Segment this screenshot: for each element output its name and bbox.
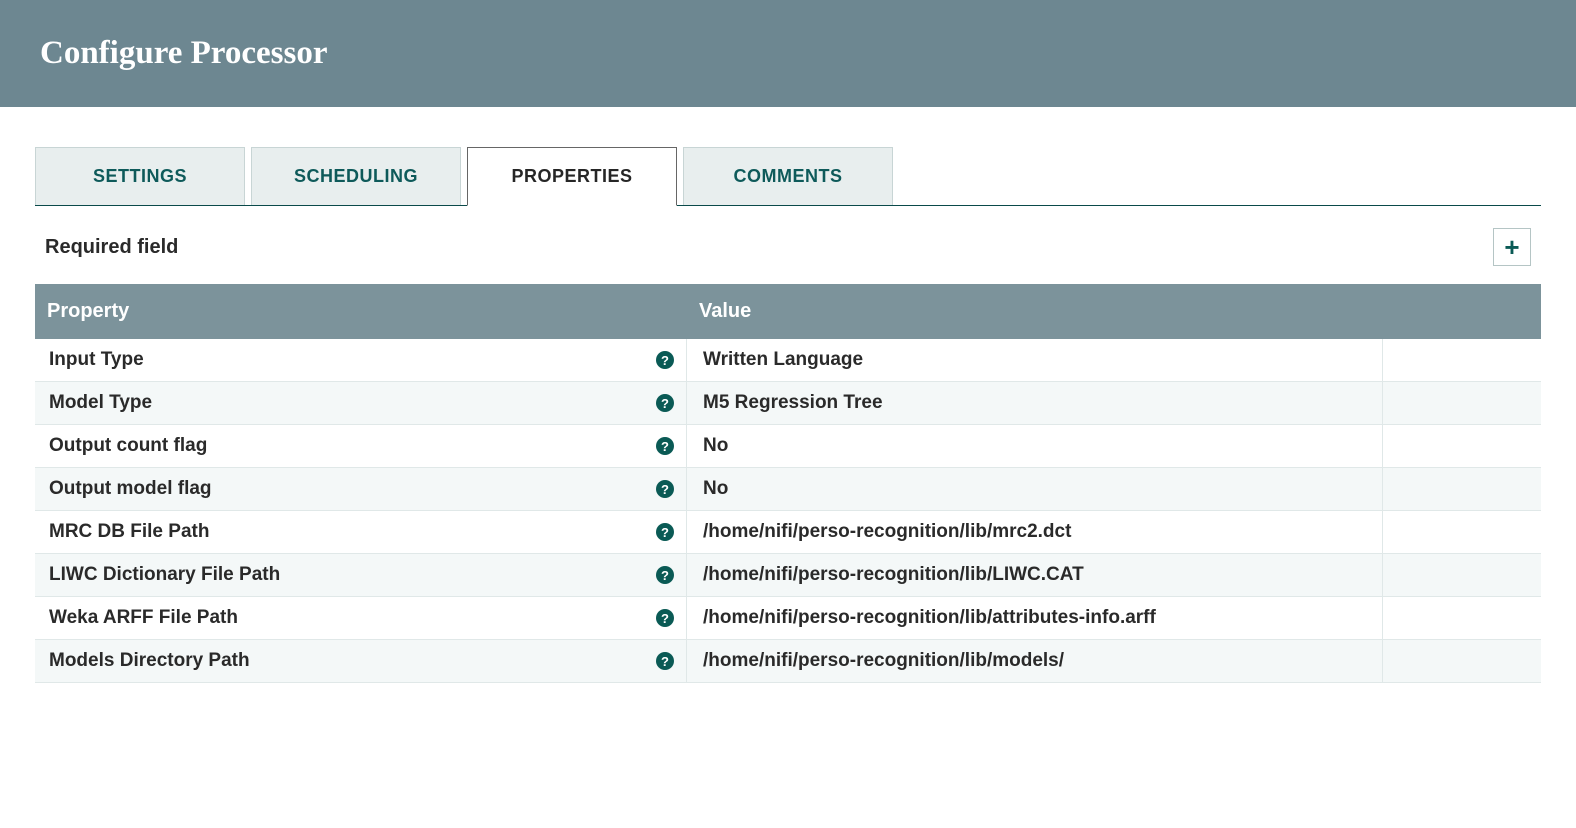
table-row[interactable]: Weka ARFF File Path ? /home/nifi/perso-r… (35, 597, 1541, 640)
property-cell: Weka ARFF File Path ? (35, 597, 687, 639)
row-actions (1383, 597, 1541, 639)
table-row[interactable]: Models Directory Path ? /home/nifi/perso… (35, 640, 1541, 683)
row-actions (1383, 382, 1541, 424)
table-row[interactable]: MRC DB File Path ? /home/nifi/perso-reco… (35, 511, 1541, 554)
row-actions (1383, 554, 1541, 596)
table-row[interactable]: Model Type ? M5 Regression Tree (35, 382, 1541, 425)
property-value[interactable]: /home/nifi/perso-recognition/lib/attribu… (687, 597, 1383, 639)
property-value[interactable]: Written Language (687, 339, 1383, 381)
row-actions (1383, 640, 1541, 682)
property-name: Model Type (49, 392, 152, 414)
help-icon[interactable]: ? (656, 394, 674, 412)
row-actions (1383, 468, 1541, 510)
table-row[interactable]: Output count flag ? No (35, 425, 1541, 468)
dialog-content: SETTINGS SCHEDULING PROPERTIES COMMENTS … (0, 107, 1576, 683)
add-property-button[interactable]: + (1493, 228, 1531, 266)
property-name: Weka ARFF File Path (49, 607, 238, 629)
plus-icon: + (1504, 234, 1519, 260)
property-cell: Output count flag ? (35, 425, 687, 467)
help-icon[interactable]: ? (656, 566, 674, 584)
property-cell: MRC DB File Path ? (35, 511, 687, 553)
row-actions (1383, 511, 1541, 553)
properties-subheader: Required field + (35, 206, 1541, 284)
col-header-value: Value (687, 284, 1541, 339)
property-name: Output count flag (49, 435, 207, 457)
help-icon[interactable]: ? (656, 523, 674, 541)
property-name: LIWC Dictionary File Path (49, 564, 280, 586)
col-header-property: Property (35, 284, 687, 339)
help-icon[interactable]: ? (656, 652, 674, 670)
dialog-header: Configure Processor (0, 0, 1576, 107)
row-actions (1383, 425, 1541, 467)
table-header: Property Value (35, 284, 1541, 339)
property-cell: Models Directory Path ? (35, 640, 687, 682)
table-row[interactable]: Input Type ? Written Language (35, 339, 1541, 382)
table-row[interactable]: LIWC Dictionary File Path ? /home/nifi/p… (35, 554, 1541, 597)
property-name: MRC DB File Path (49, 521, 209, 543)
property-cell: Model Type ? (35, 382, 687, 424)
help-icon[interactable]: ? (656, 437, 674, 455)
property-cell: Output model flag ? (35, 468, 687, 510)
tab-settings[interactable]: SETTINGS (35, 147, 245, 205)
property-value[interactable]: /home/nifi/perso-recognition/lib/mrc2.dc… (687, 511, 1383, 553)
property-cell: Input Type ? (35, 339, 687, 381)
table-body: Input Type ? Written Language Model Type… (35, 339, 1541, 683)
help-icon[interactable]: ? (656, 351, 674, 369)
property-name: Models Directory Path (49, 650, 250, 672)
row-actions (1383, 339, 1541, 381)
required-field-label: Required field (45, 236, 178, 259)
tab-scheduling[interactable]: SCHEDULING (251, 147, 461, 205)
properties-table: Property Value Input Type ? Written Lang… (35, 284, 1541, 683)
tabs-bar: SETTINGS SCHEDULING PROPERTIES COMMENTS (35, 147, 1541, 206)
property-value[interactable]: M5 Regression Tree (687, 382, 1383, 424)
property-name: Output model flag (49, 478, 212, 500)
property-value[interactable]: No (687, 468, 1383, 510)
tab-comments[interactable]: COMMENTS (683, 147, 893, 205)
help-icon[interactable]: ? (656, 480, 674, 498)
tab-properties[interactable]: PROPERTIES (467, 147, 677, 206)
property-name: Input Type (49, 349, 144, 371)
property-cell: LIWC Dictionary File Path ? (35, 554, 687, 596)
help-icon[interactable]: ? (656, 609, 674, 627)
property-value[interactable]: /home/nifi/perso-recognition/lib/models/ (687, 640, 1383, 682)
dialog-title: Configure Processor (40, 35, 1536, 72)
table-row[interactable]: Output model flag ? No (35, 468, 1541, 511)
property-value[interactable]: No (687, 425, 1383, 467)
property-value[interactable]: /home/nifi/perso-recognition/lib/LIWC.CA… (687, 554, 1383, 596)
